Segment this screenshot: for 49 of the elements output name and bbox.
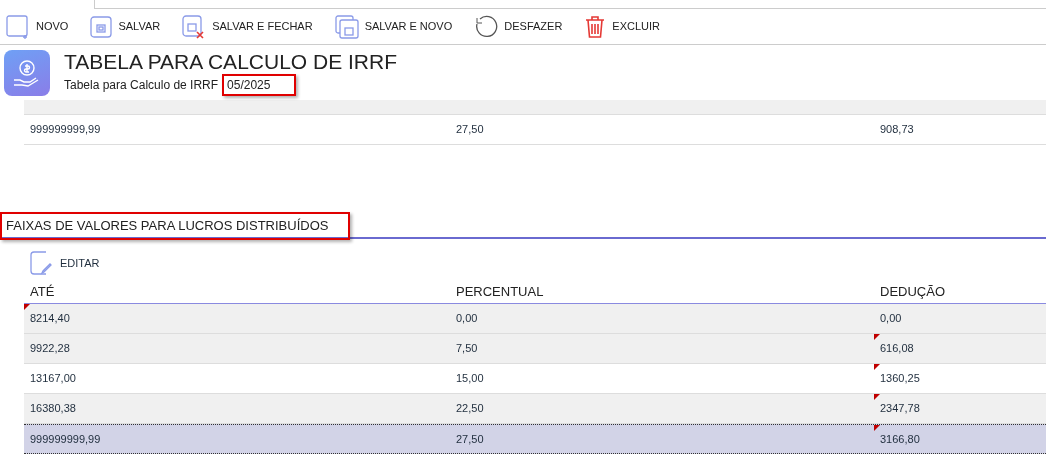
toolbar-button[interactable]: SALVAR E FECHAR xyxy=(182,14,313,39)
table-cell-text: 999999999,99 xyxy=(29,431,102,447)
table-cell-text: 0,00 xyxy=(455,311,479,327)
section-title: FAIXAS DE VALORES PARA LUCROS DISTRIBUÍDOS xyxy=(0,212,351,240)
column-header: DEDUÇÃO xyxy=(879,282,946,301)
toolbar-button[interactable]: DESFAZER xyxy=(474,14,563,39)
page-title: TABELA PARA CALCULO DE IRRF xyxy=(64,49,397,74)
new-document-icon xyxy=(6,14,30,39)
edited-marker-icon xyxy=(24,304,30,310)
table-cell-text: 13167,00 xyxy=(29,371,77,387)
table-cell-text: 16380,38 xyxy=(29,401,77,417)
edited-marker-icon xyxy=(874,364,880,370)
floppy-disk-cross-icon xyxy=(182,14,207,39)
table-cell-text: 27,50 xyxy=(455,122,485,138)
edit-button[interactable]: EDITAR xyxy=(30,251,100,275)
table-row[interactable]: 13167,00 15,00 1360,25 xyxy=(24,364,1046,394)
trash-icon xyxy=(584,14,607,39)
table-cell-text: 27,50 xyxy=(455,431,485,447)
period-label: 05/2025 xyxy=(222,73,297,96)
column-header: ATÉ xyxy=(29,282,56,301)
edited-marker-icon xyxy=(874,334,880,340)
toolbar-button[interactable]: SALVAR xyxy=(90,15,161,38)
table-cell: 616,08 xyxy=(874,334,1046,363)
table-cell: 2347,78 xyxy=(874,394,1046,423)
column-header: PERCENTUAL xyxy=(455,282,545,301)
stacked-floppy-disks-icon xyxy=(334,14,359,39)
table-cell-text: 22,50 xyxy=(455,401,485,417)
table-cell: 8214,40 xyxy=(24,304,450,333)
toolbar-button[interactable]: NOVO xyxy=(6,14,69,39)
toolbar-button[interactable]: SALVAR E NOVO xyxy=(334,14,453,39)
table-cell-text: 999999999,99 xyxy=(29,122,102,138)
undo-icon xyxy=(474,14,499,39)
edit-icon xyxy=(30,251,54,275)
table-cell-text: 15,00 xyxy=(455,371,485,387)
edited-marker-icon xyxy=(874,425,880,431)
table-cell: 3166,80 xyxy=(874,425,1046,453)
table-row[interactable]: 16380,38 22,50 2347,78 xyxy=(24,394,1046,424)
table-row[interactable]: 9922,28 7,50 616,08 xyxy=(24,334,1046,364)
table-cell-text: 908,73 xyxy=(879,122,915,138)
toolbar-button[interactable]: EXCLUIR xyxy=(584,14,661,39)
table-row[interactable]: 999999999,99 27,50 3166,80 xyxy=(24,424,1046,454)
table-cell-text: 7,50 xyxy=(455,341,479,357)
table-row[interactable]: 8214,40 0,00 0,00 xyxy=(24,304,1046,334)
money-hand-icon xyxy=(4,49,50,96)
edited-marker-icon xyxy=(874,394,880,400)
table-cell: 1360,25 xyxy=(874,364,1046,393)
table-cell-text: 9922,28 xyxy=(29,341,71,357)
page-subtitle: Tabela para Calculo de IRRF xyxy=(64,76,219,94)
table-cell-text: 0,00 xyxy=(879,311,903,327)
